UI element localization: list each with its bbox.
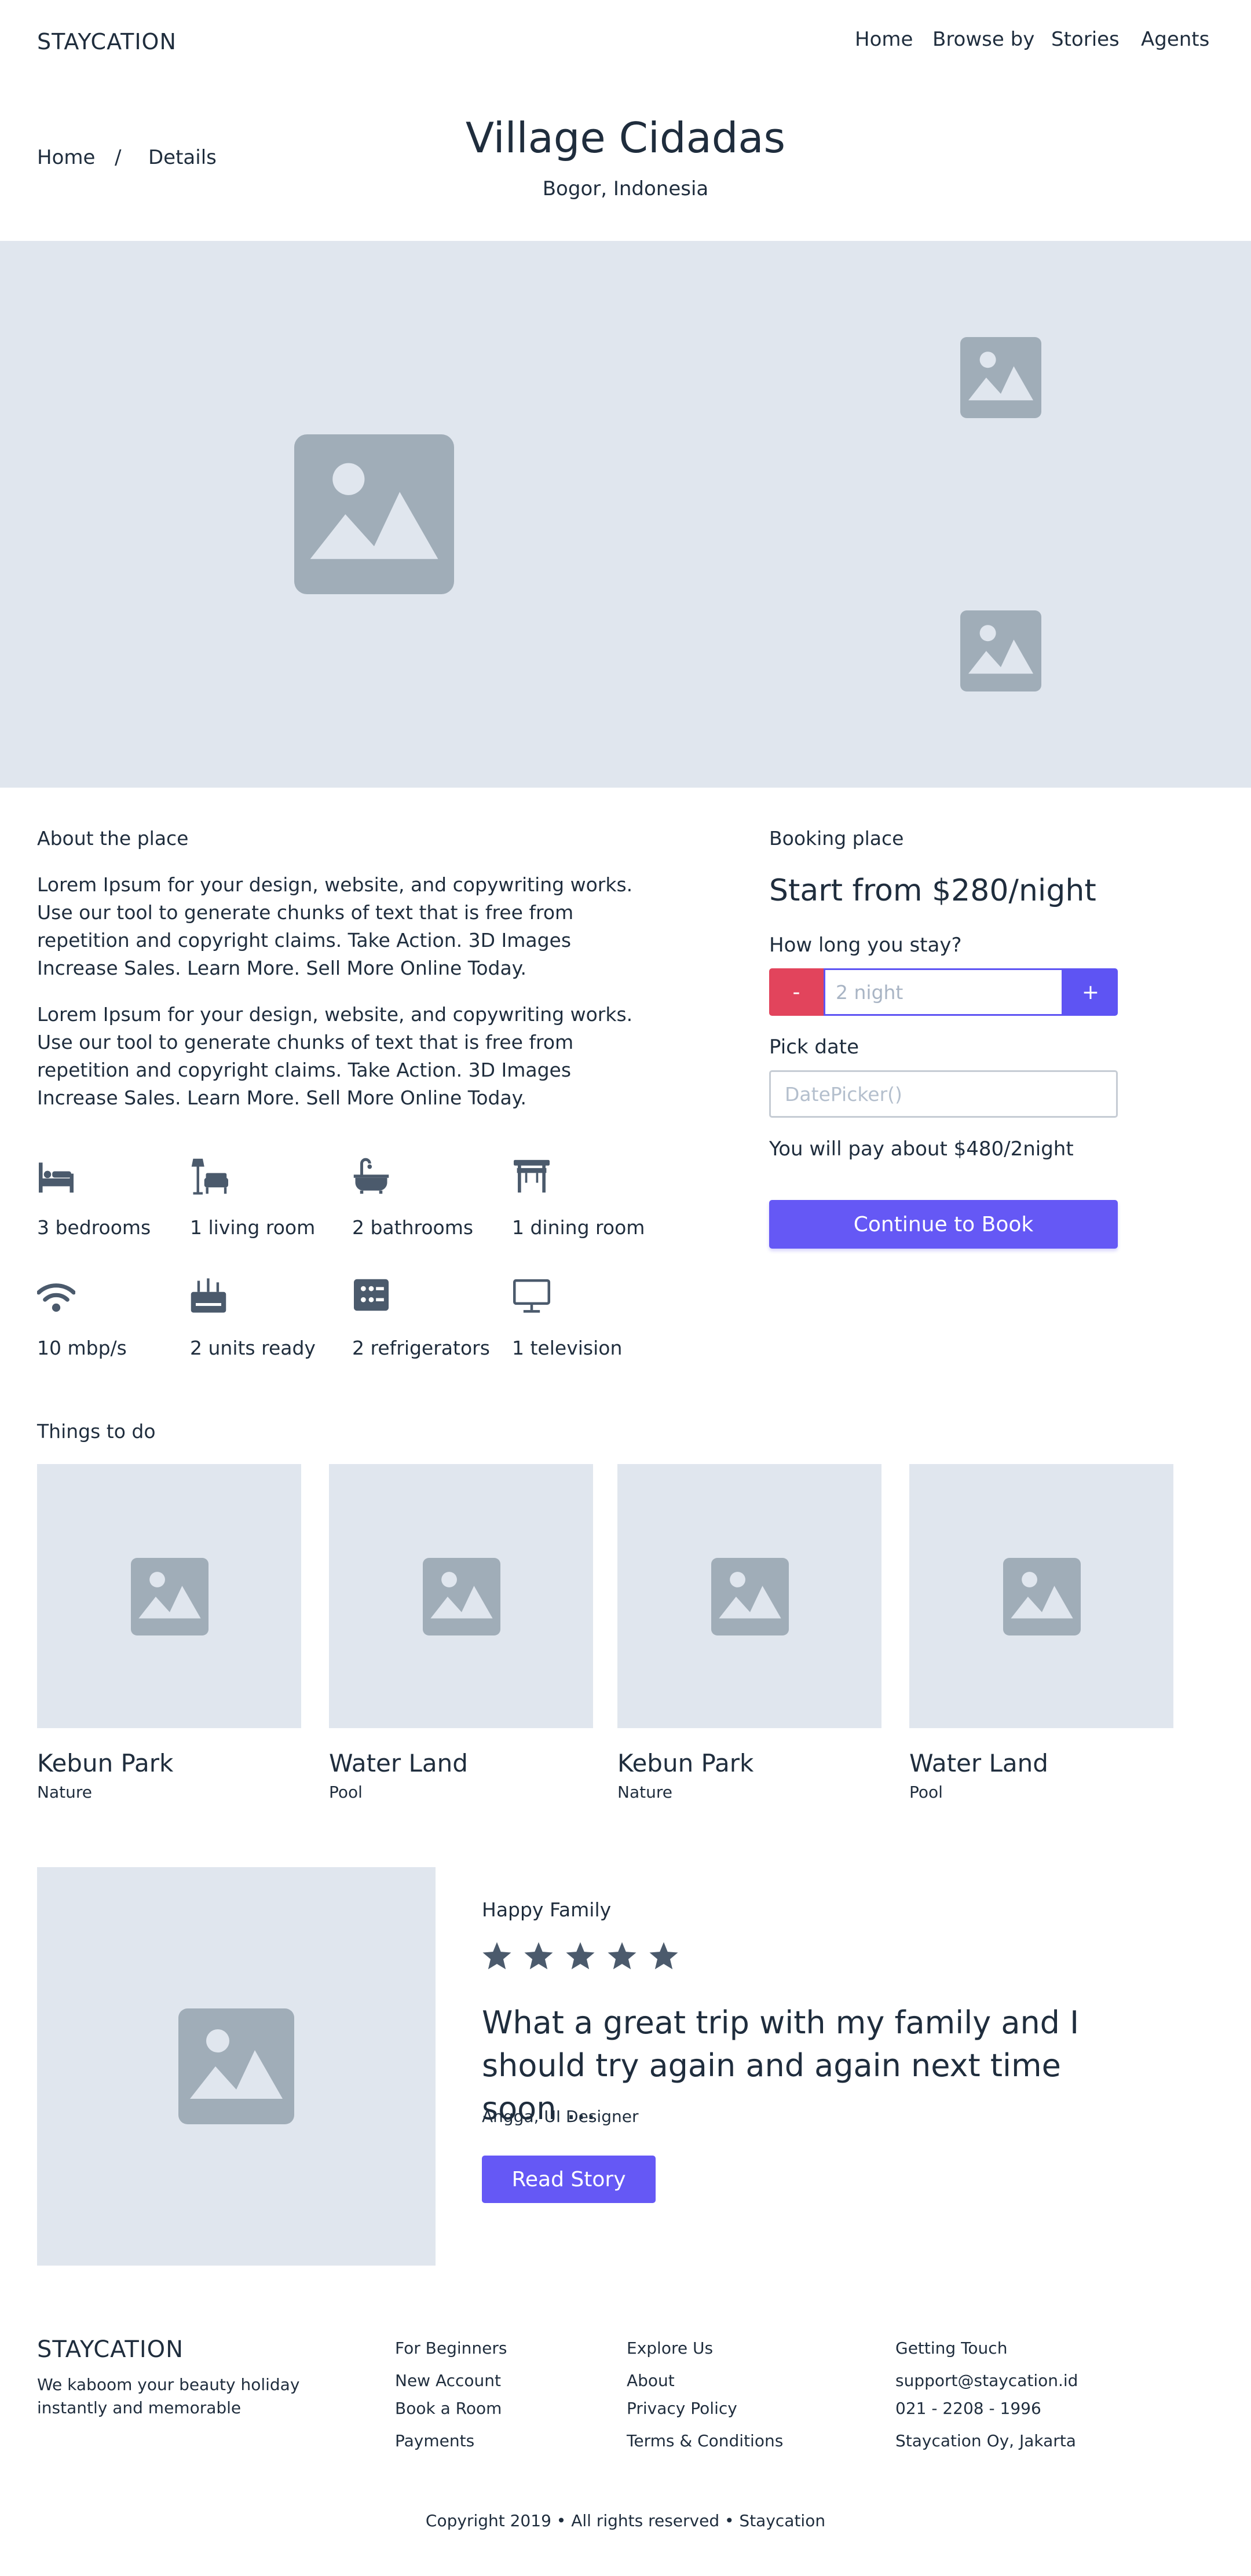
- footer-column-heading: Getting Touch: [895, 2339, 1008, 2358]
- footer-contact-phone[interactable]: 021 - 2208 - 1996: [895, 2399, 1041, 2418]
- wifi-icon: [37, 1283, 75, 1312]
- footer-link-about[interactable]: About: [627, 2371, 675, 2390]
- testimonial-author: Angga, UI Designer: [482, 2107, 639, 2126]
- thing-card-title[interactable]: Kebun Park: [617, 1749, 753, 1777]
- main-image-placeholder-icon: [294, 434, 454, 594]
- copyright-text: Copyright 2019 • All rights reserved • S…: [425, 2511, 826, 2530]
- feature-label: 1 dining room: [512, 1216, 645, 1239]
- increase-nights-button[interactable]: +: [1063, 968, 1118, 1016]
- star-icon: [608, 1942, 637, 1970]
- booking-heading: Booking place: [769, 827, 904, 850]
- page-location: Bogor, Indonesia: [542, 177, 709, 200]
- footer-column-heading: Explore Us: [627, 2339, 714, 2358]
- bathtub-icon: [353, 1158, 389, 1194]
- pick-date-label: Pick date: [769, 1035, 859, 1059]
- star-icon: [482, 1942, 511, 1970]
- dining-table-icon: [514, 1159, 550, 1193]
- thing-card-image[interactable]: [329, 1464, 593, 1728]
- star-icon: [524, 1942, 553, 1970]
- brand-logo[interactable]: STAYCATION: [37, 29, 177, 54]
- thing-card-title[interactable]: Water Land: [329, 1749, 468, 1777]
- thing-card-category: Nature: [617, 1783, 672, 1802]
- nav-home[interactable]: Home: [855, 28, 913, 51]
- footer-contact-address: Staycation Oy, Jakarta: [895, 2431, 1076, 2450]
- decrease-nights-button[interactable]: -: [769, 968, 824, 1016]
- side-image-placeholder-icon: [960, 610, 1041, 691]
- thing-card-category: Pool: [909, 1783, 943, 1802]
- feature-label: 10 mbp/s: [37, 1337, 127, 1359]
- about-heading: About the place: [37, 827, 189, 850]
- booking-price: Start from $280/night: [769, 873, 1096, 908]
- footer-link-payments[interactable]: Payments: [395, 2431, 474, 2450]
- bed-icon: [39, 1162, 74, 1193]
- thing-card-title[interactable]: Water Land: [909, 1749, 1048, 1777]
- footer-link-privacy[interactable]: Privacy Policy: [627, 2399, 737, 2418]
- thing-card-category: Nature: [37, 1783, 92, 1802]
- about-paragraph: Lorem Ipsum for your design, website, an…: [37, 873, 633, 979]
- date-picker-input[interactable]: [769, 1070, 1118, 1118]
- footer-column-heading: For Beginners: [395, 2339, 507, 2358]
- image-placeholder-icon: [423, 1558, 500, 1635]
- nights-input[interactable]: [824, 968, 1063, 1016]
- read-story-button[interactable]: Read Story: [482, 2156, 656, 2203]
- nav-browse-by[interactable]: Browse by: [932, 28, 1034, 51]
- testimonial-heading: Happy Family: [482, 1898, 612, 1921]
- page-title: Village Cidadas: [465, 114, 786, 162]
- continue-to-book-button[interactable]: Continue to Book: [769, 1200, 1118, 1249]
- thing-card-image[interactable]: [909, 1464, 1173, 1728]
- footer-contact-email[interactable]: support@staycation.id: [895, 2371, 1078, 2390]
- feature-label: 2 bathrooms: [352, 1216, 474, 1239]
- thing-card-title[interactable]: Kebun Park: [37, 1749, 173, 1777]
- image-placeholder-icon: [178, 2008, 294, 2124]
- footer-link-book-room[interactable]: Book a Room: [395, 2399, 502, 2418]
- stay-duration-label: How long you stay?: [769, 934, 962, 957]
- footer-link-terms[interactable]: Terms & Conditions: [627, 2431, 783, 2450]
- star-icon: [566, 1942, 595, 1970]
- side-image-placeholder-icon: [960, 337, 1041, 418]
- feature-label: 2 refrigerators: [352, 1337, 490, 1359]
- living-room-icon: [191, 1158, 228, 1195]
- ac-unit-icon: [191, 1278, 226, 1313]
- thing-card-image[interactable]: [37, 1464, 301, 1728]
- image-placeholder-icon: [711, 1558, 789, 1635]
- things-heading: Things to do: [37, 1420, 156, 1443]
- refrigerator-icon: [354, 1279, 389, 1311]
- nav-stories[interactable]: Stories: [1051, 28, 1120, 51]
- hero-gallery: [0, 241, 1251, 788]
- star-icon: [649, 1942, 678, 1970]
- thing-card-image[interactable]: [617, 1464, 881, 1728]
- image-placeholder-icon: [131, 1558, 209, 1635]
- total-price-text: You will pay about $480/2night: [769, 1137, 1074, 1161]
- star-rating: [481, 1940, 680, 1975]
- footer-tagline: We kaboom your beauty holiday instantly …: [37, 2375, 300, 2417]
- thing-card-category: Pool: [329, 1783, 363, 1802]
- feature-label: 3 bedrooms: [37, 1216, 151, 1239]
- feature-label: 1 television: [512, 1337, 623, 1359]
- about-paragraph: Lorem Ipsum for your design, website, an…: [37, 1003, 633, 1109]
- television-icon: [513, 1279, 551, 1313]
- feature-label: 2 units ready: [190, 1337, 316, 1359]
- image-placeholder-icon: [1003, 1558, 1081, 1635]
- testimonial-image: [37, 1867, 436, 2266]
- nav-agents[interactable]: Agents: [1141, 28, 1209, 51]
- feature-label: 1 living room: [190, 1216, 316, 1239]
- footer-link-new-account[interactable]: New Account: [395, 2371, 501, 2390]
- footer-brand[interactable]: STAYCATION: [37, 2336, 184, 2363]
